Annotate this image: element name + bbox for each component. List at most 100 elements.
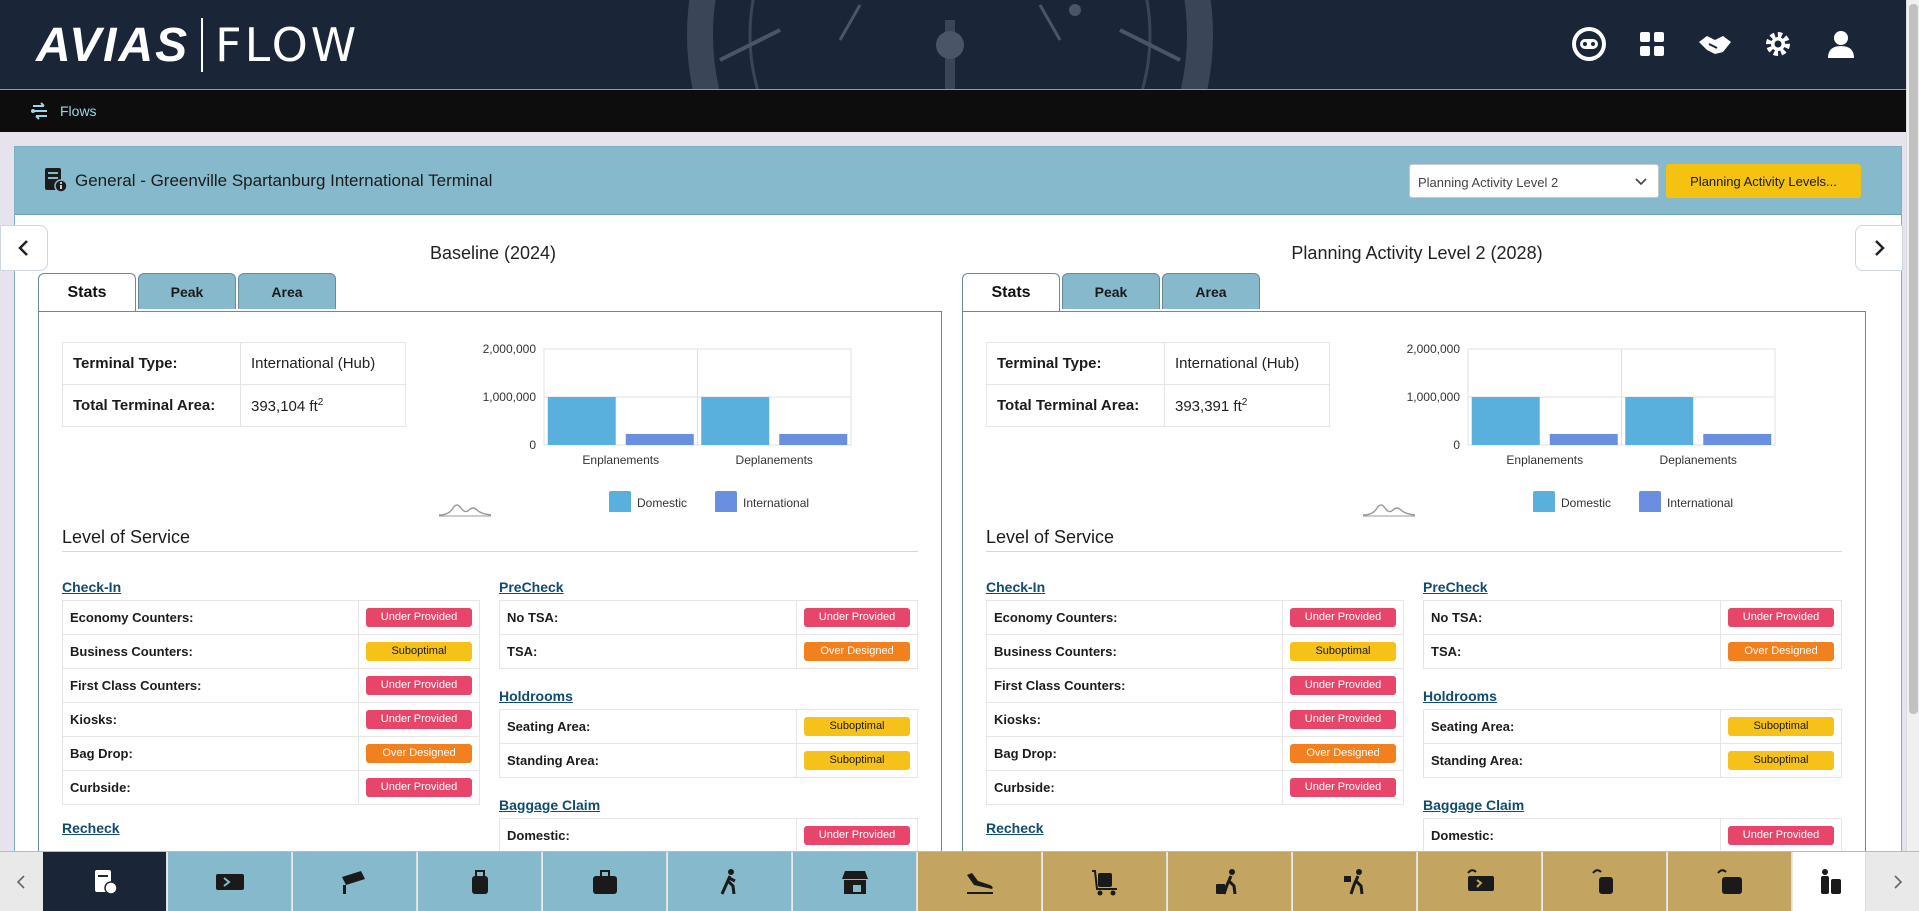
robot-assistant-icon[interactable]	[1569, 24, 1609, 64]
los-metric-label: Curbside:	[986, 770, 1283, 805]
app-header: AVIAS FLOW	[0, 0, 1906, 90]
terminal-info-table: Terminal Type: International (Hub) Total…	[986, 342, 1330, 427]
los-metric-label: Business Counters:	[986, 634, 1283, 669]
precheck-section-link[interactable]: PreCheck	[499, 579, 564, 595]
bottom-item-duty-free-shop[interactable]	[793, 852, 917, 911]
bottom-item-security-camera[interactable]	[293, 852, 417, 911]
total-area-value: 393,391	[1175, 397, 1230, 415]
terminal-info-icon	[45, 168, 67, 193]
bottom-scroll-right-button[interactable]	[1877, 852, 1919, 911]
ticket-icon	[215, 874, 244, 890]
panel-title: Baseline (2024)	[429, 243, 557, 263]
distribution-curve-icon[interactable]	[437, 500, 493, 518]
table-row: Terminal Type: International (Hub)	[986, 342, 1330, 385]
bottom-item-plane-landing[interactable]	[918, 852, 1042, 911]
app-logo[interactable]: AVIAS FLOW	[36, 18, 359, 72]
los-status-cell: Suboptimal	[1720, 709, 1842, 744]
compass-decoration-icon	[687, 0, 1213, 89]
los-status-cell: Under Provided	[796, 818, 918, 853]
y-tick-label: 1,000,000	[483, 390, 537, 404]
los-status-cell: Under Provided	[1720, 600, 1842, 635]
traveler-lock-icon	[1343, 869, 1363, 895]
tab-area[interactable]: Area	[238, 273, 336, 309]
nav-flows-label: Flows	[60, 103, 97, 119]
bottom-item-transfer-bag[interactable]	[1543, 852, 1667, 911]
checkin-section-link[interactable]: Check-In	[62, 579, 121, 595]
baggage-claim-section-link[interactable]: Baggage Claim	[499, 797, 600, 813]
bar-domestic	[547, 397, 616, 445]
holdrooms-table: Seating Area: Suboptimal Standing Area: Sub…	[1423, 709, 1842, 778]
tab-stats[interactable]: Stats	[962, 273, 1060, 311]
recheck-section-link[interactable]: Recheck	[62, 820, 120, 836]
los-status-cell: Suboptimal	[1720, 743, 1842, 778]
panel-title: Planning Activity Level 2 (2028)	[1291, 243, 1543, 263]
bottom-item-traveler-luggage[interactable]	[1168, 852, 1292, 911]
bottom-item-suitcase[interactable]	[543, 852, 667, 911]
chevron-down-icon	[1635, 178, 1647, 186]
y-tick-label: 0	[1453, 438, 1460, 452]
scrollbar-thumb[interactable]	[1909, 4, 1918, 714]
bottom-scroll-left-button[interactable]	[0, 852, 42, 911]
walking-person-icon	[720, 869, 736, 895]
level-of-service-title: Level of Service	[986, 527, 1842, 552]
bar-domestic	[701, 397, 770, 445]
bottom-item-baggage-cart[interactable]	[1043, 852, 1167, 911]
los-status-cell: Over Designed	[1282, 736, 1404, 771]
bar-international	[1549, 433, 1618, 445]
flows-icon	[31, 102, 47, 120]
table-row: Seating Area: Suboptimal	[499, 709, 918, 744]
x-tick-label: Enplanements	[582, 453, 659, 467]
los-status-cell: Under Provided	[1282, 702, 1404, 737]
holdrooms-section-link[interactable]: Holdrooms	[1423, 688, 1497, 704]
baggage-claim-table: Domestic: Under Provided	[499, 818, 918, 853]
table-row: TSA: Over Designed	[499, 634, 918, 669]
planning-level-select[interactable]: Planning Activity Level 2	[1409, 164, 1659, 198]
status-badge: Under Provided	[1290, 608, 1396, 627]
bottom-item-transfer-ticket[interactable]	[1418, 852, 1542, 911]
los-status-cell: Suboptimal	[1282, 634, 1404, 669]
area-unit-exponent: 2	[1241, 396, 1248, 408]
chevron-left-icon	[18, 240, 28, 256]
baggage-claim-section-link[interactable]: Baggage Claim	[1423, 797, 1524, 813]
tab-peak[interactable]: Peak	[1062, 273, 1160, 309]
table-row: Seating Area: Suboptimal	[1423, 709, 1842, 744]
status-badge: Over Designed	[1728, 642, 1834, 661]
holdrooms-section-link[interactable]: Holdrooms	[499, 688, 573, 704]
tab-peak[interactable]: Peak	[138, 273, 236, 309]
nav-flows-link[interactable]: Flows	[30, 101, 97, 121]
status-badge: Suboptimal	[1290, 642, 1396, 661]
area-unit-exponent: 2	[317, 396, 324, 408]
planning-levels-button[interactable]: Planning Activity Levels...	[1666, 164, 1861, 198]
status-badge: Under Provided	[366, 710, 472, 729]
los-status-cell: Over Designed	[796, 634, 918, 669]
bottom-flow-bar	[0, 851, 1919, 911]
bottom-item-terminal-info[interactable]	[43, 852, 167, 911]
bottom-item-transfer-suitcase[interactable]	[1668, 852, 1792, 911]
los-metric-label: Economy Counters:	[62, 600, 359, 635]
bottom-item-traveler-lock[interactable]	[1293, 852, 1417, 911]
checkin-section-link[interactable]: Check-In	[986, 579, 1045, 595]
bottom-item-ticket[interactable]	[168, 852, 292, 911]
gear-icon[interactable]	[1758, 24, 1798, 64]
distribution-curve-icon[interactable]	[1361, 500, 1417, 518]
x-tick-label: Deplanements	[1660, 453, 1737, 467]
status-badge: Under Provided	[1290, 710, 1396, 729]
bar-domestic	[1625, 397, 1694, 445]
level-of-service-title: Level of Service	[62, 527, 918, 552]
status-badge: Under Provided	[1728, 826, 1834, 845]
bottom-item-walking-person[interactable]	[668, 852, 792, 911]
user-icon[interactable]	[1821, 24, 1861, 64]
los-status-cell: Under Provided	[1720, 818, 1842, 853]
recheck-section-link[interactable]: Recheck	[986, 820, 1044, 836]
chevron-left-icon	[16, 875, 25, 889]
bottom-item-carry-on-bag[interactable]	[418, 852, 542, 911]
bottom-item-passenger[interactable]	[1793, 852, 1866, 911]
tab-stats[interactable]: Stats	[38, 273, 136, 311]
tab-area[interactable]: Area	[1162, 273, 1260, 309]
page-scrollbar[interactable]	[1906, 0, 1919, 851]
precheck-section-link[interactable]: PreCheck	[1423, 579, 1488, 595]
handshake-icon[interactable]	[1695, 24, 1735, 64]
card-header: General - Greenville Spartanburg Interna…	[15, 147, 1901, 215]
los-metric-label: First Class Counters:	[986, 668, 1283, 703]
apps-grid-icon[interactable]	[1632, 24, 1672, 64]
